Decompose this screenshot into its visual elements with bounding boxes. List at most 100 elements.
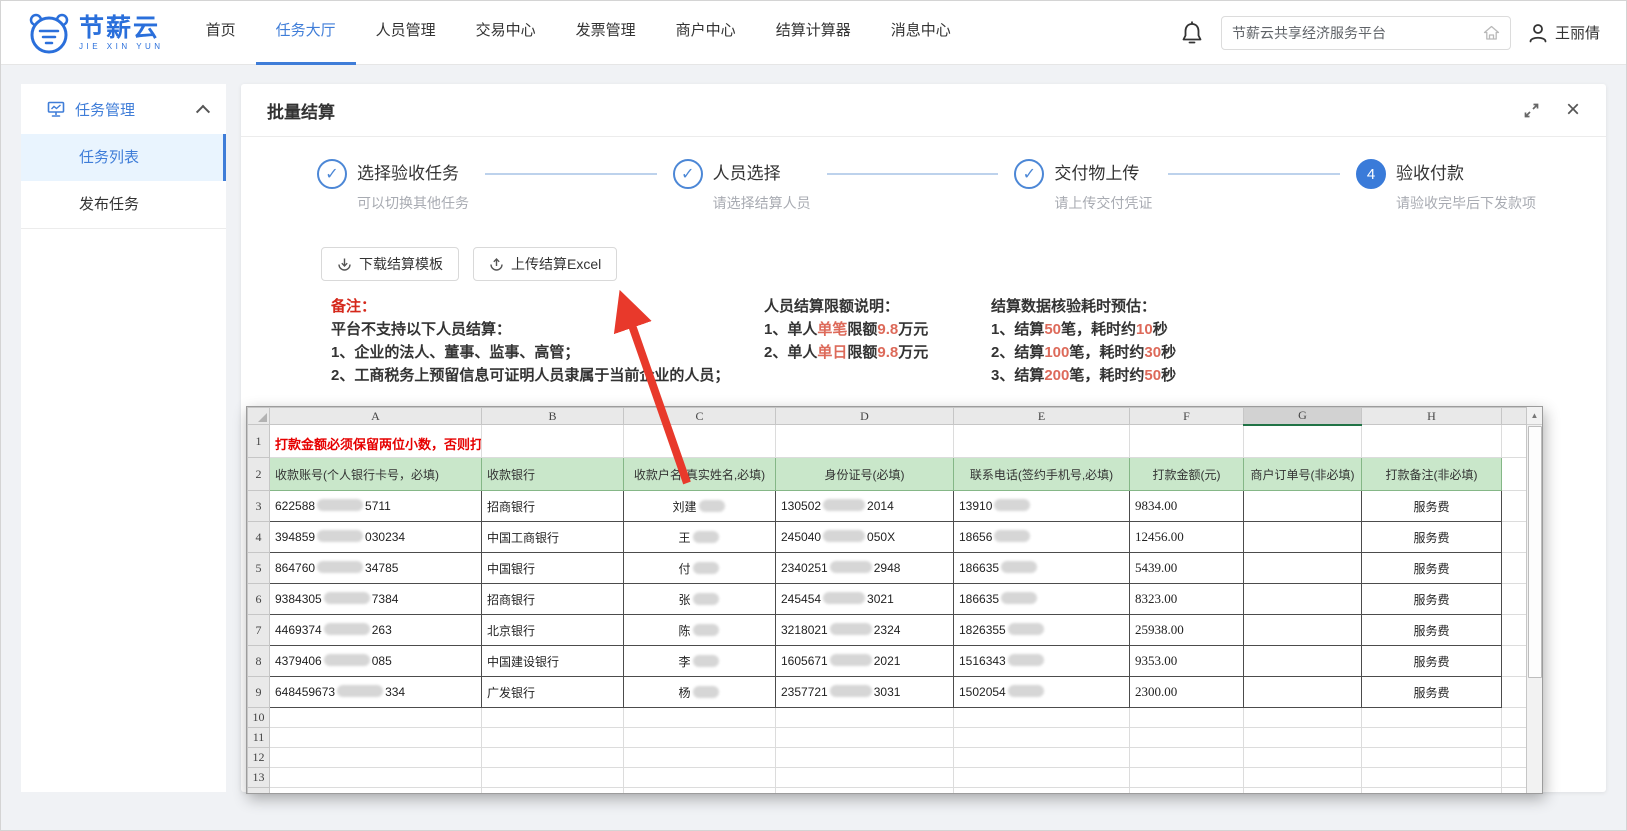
excel-select-all-corner[interactable] <box>248 408 270 425</box>
amount-cell[interactable]: 9353.00 <box>1130 646 1244 677</box>
empty-cell[interactable] <box>954 788 1130 795</box>
bank-cell[interactable]: 招商银行 <box>482 491 624 522</box>
header-cell[interactable]: 打款金额(元) <box>1130 458 1244 491</box>
id-number-cell[interactable]: 245040050X <box>776 522 954 553</box>
empty-cell[interactable] <box>776 728 954 748</box>
empty-cell[interactable] <box>1362 788 1502 795</box>
warning-cell[interactable]: 打款金额必须保留两位小数，否则打款可能会出现失败！本行勿删！！！ <box>270 425 482 458</box>
column-header-D[interactable]: D <box>776 408 954 425</box>
empty-cell[interactable] <box>954 748 1130 768</box>
name-cell[interactable]: 刘建 <box>624 491 776 522</box>
empty-cell[interactable] <box>270 728 482 748</box>
nav-item-首页[interactable]: 首页 <box>186 1 256 65</box>
phone-cell[interactable]: 13910 <box>954 491 1130 522</box>
empty-cell[interactable] <box>1502 728 1528 748</box>
empty-cell[interactable] <box>270 708 482 728</box>
excel-vertical-scrollbar[interactable]: ▲ <box>1526 407 1542 793</box>
company-selector[interactable]: 节薪云共享经济服务平台 <box>1221 16 1511 50</box>
empty-cell[interactable] <box>624 788 776 795</box>
order-number-cell[interactable] <box>1244 646 1362 677</box>
empty-cell[interactable] <box>776 425 954 458</box>
header-cell[interactable]: 收款账号(个人银行卡号，必填) <box>270 458 482 491</box>
amount-cell[interactable]: 12456.00 <box>1130 522 1244 553</box>
column-header-H[interactable]: H <box>1362 408 1502 425</box>
empty-cell[interactable] <box>954 768 1130 788</box>
scrollbar-up-arrow-icon[interactable]: ▲ <box>1527 407 1542 425</box>
empty-cell[interactable] <box>270 748 482 768</box>
nav-item-发票管理[interactable]: 发票管理 <box>556 1 656 65</box>
remark-cell[interactable]: 服务费 <box>1362 491 1502 522</box>
account-cell[interactable]: 86476034785 <box>270 553 482 584</box>
row-number[interactable]: 10 <box>248 708 270 728</box>
empty-cell[interactable] <box>1362 768 1502 788</box>
empty-cell[interactable] <box>1130 425 1244 458</box>
id-number-cell[interactable]: 23402512948 <box>776 553 954 584</box>
empty-cell[interactable] <box>624 748 776 768</box>
row-number[interactable]: 4 <box>248 522 270 553</box>
empty-cell[interactable] <box>1130 728 1244 748</box>
account-cell[interactable]: 4379406085 <box>270 646 482 677</box>
row-number[interactable]: 11 <box>248 728 270 748</box>
row-number[interactable]: 9 <box>248 677 270 708</box>
bank-cell[interactable]: 广发银行 <box>482 677 624 708</box>
empty-cell[interactable] <box>624 768 776 788</box>
empty-cell[interactable] <box>1502 491 1528 522</box>
column-header-E[interactable]: E <box>954 408 1130 425</box>
name-cell[interactable]: 杨 <box>624 677 776 708</box>
remark-cell[interactable]: 服务费 <box>1362 522 1502 553</box>
empty-cell[interactable] <box>954 728 1130 748</box>
account-cell[interactable]: 4469374263 <box>270 615 482 646</box>
phone-cell[interactable]: 18656 <box>954 522 1130 553</box>
amount-cell[interactable]: 25938.00 <box>1130 615 1244 646</box>
order-number-cell[interactable] <box>1244 615 1362 646</box>
empty-cell[interactable] <box>1502 425 1528 458</box>
empty-cell[interactable] <box>1130 708 1244 728</box>
bank-cell[interactable]: 中国工商银行 <box>482 522 624 553</box>
header-cell[interactable]: 商户订单号(非必填) <box>1244 458 1362 491</box>
id-number-cell[interactable]: 1305022014 <box>776 491 954 522</box>
scrollbar-thumb[interactable] <box>1528 426 1542 678</box>
amount-cell[interactable]: 9834.00 <box>1130 491 1244 522</box>
empty-cell[interactable] <box>1362 728 1502 748</box>
empty-cell[interactable] <box>1502 646 1528 677</box>
order-number-cell[interactable] <box>1244 677 1362 708</box>
column-header-F[interactable]: F <box>1130 408 1244 425</box>
id-number-cell[interactable]: 2454543021 <box>776 584 954 615</box>
column-header-B[interactable]: B <box>482 408 624 425</box>
nav-item-结算计算器[interactable]: 结算计算器 <box>756 1 871 65</box>
empty-cell[interactable] <box>482 708 624 728</box>
user-menu[interactable]: 王丽倩 <box>1527 22 1600 44</box>
nav-item-交易中心[interactable]: 交易中心 <box>456 1 556 65</box>
amount-cell[interactable]: 8323.00 <box>1130 584 1244 615</box>
name-cell[interactable]: 付 <box>624 553 776 584</box>
empty-cell[interactable] <box>482 768 624 788</box>
sidebar-group-task-management[interactable]: 任务管理 <box>21 84 226 134</box>
column-header-extra[interactable] <box>1502 408 1528 425</box>
download-template-button[interactable]: 下载结算模板 <box>321 247 459 281</box>
name-cell[interactable]: 张 <box>624 584 776 615</box>
name-cell[interactable]: 李 <box>624 646 776 677</box>
empty-cell[interactable] <box>1130 748 1244 768</box>
empty-cell[interactable] <box>1362 708 1502 728</box>
order-number-cell[interactable] <box>1244 553 1362 584</box>
empty-cell[interactable] <box>776 748 954 768</box>
empty-cell[interactable] <box>624 708 776 728</box>
account-cell[interactable]: 394859030234 <box>270 522 482 553</box>
phone-cell[interactable]: 1826355 <box>954 615 1130 646</box>
account-cell[interactable]: 93843057384 <box>270 584 482 615</box>
empty-cell[interactable] <box>482 748 624 768</box>
empty-cell[interactable] <box>1502 708 1528 728</box>
empty-cell[interactable] <box>624 728 776 748</box>
empty-cell[interactable] <box>776 768 954 788</box>
row-number[interactable]: 7 <box>248 615 270 646</box>
header-cell[interactable]: 打款备注(非必填) <box>1362 458 1502 491</box>
row-number[interactable]: 1 <box>248 425 270 458</box>
empty-cell[interactable] <box>482 425 624 458</box>
order-number-cell[interactable] <box>1244 491 1362 522</box>
bank-cell[interactable]: 北京银行 <box>482 615 624 646</box>
row-number[interactable]: 8 <box>248 646 270 677</box>
header-cell[interactable]: 身份证号(必填) <box>776 458 954 491</box>
empty-cell[interactable] <box>1130 788 1244 795</box>
amount-cell[interactable]: 2300.00 <box>1130 677 1244 708</box>
empty-cell[interactable] <box>482 788 624 795</box>
